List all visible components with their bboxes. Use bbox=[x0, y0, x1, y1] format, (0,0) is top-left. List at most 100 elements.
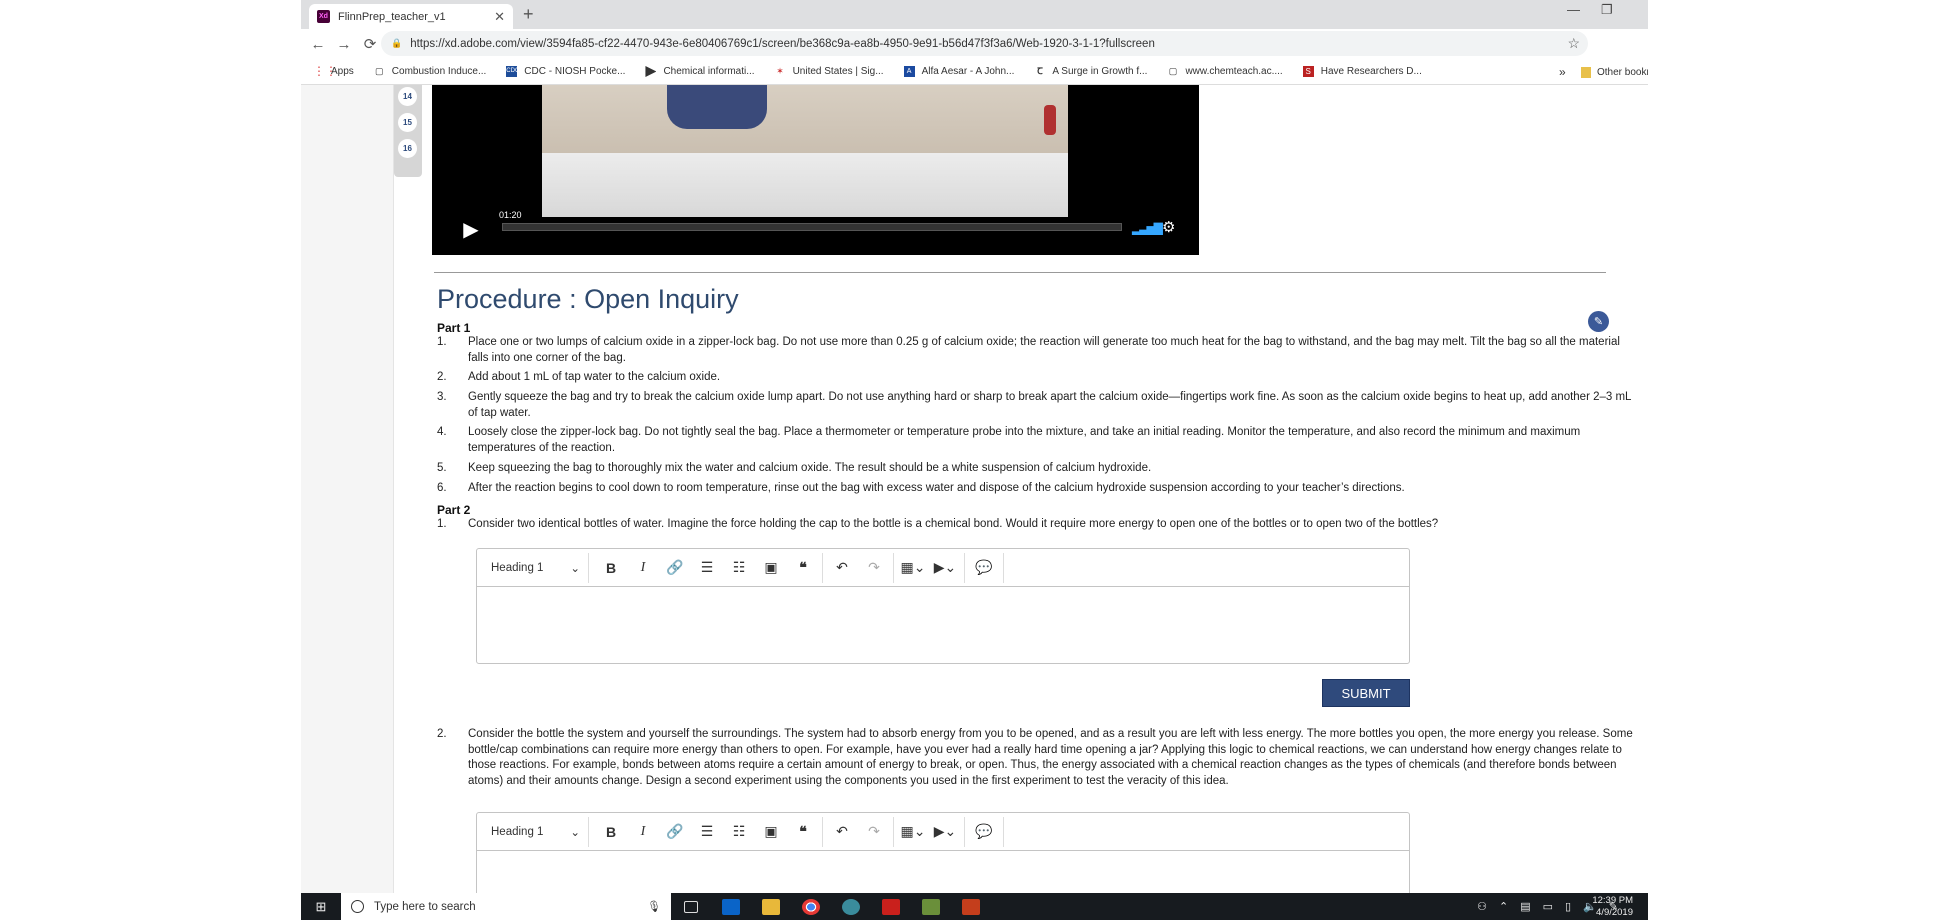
link-icon[interactable]: 🔗 bbox=[659, 553, 691, 583]
network-icon[interactable]: ▤ bbox=[1520, 900, 1530, 913]
bookmark-item[interactable]: ꞆA Surge in Growth f... bbox=[1034, 66, 1147, 77]
bold-icon[interactable]: B bbox=[595, 553, 627, 583]
editor-text-area[interactable] bbox=[477, 587, 1409, 663]
video-player[interactable]: ▶ 01:20 ▂▃▅▇ ⚙ bbox=[432, 85, 1199, 255]
chemical-info-icon bbox=[645, 66, 657, 77]
close-tab-icon[interactable]: ✕ bbox=[494, 9, 505, 25]
bookmark-apps[interactable]: ⋮⋮ Apps bbox=[313, 64, 354, 78]
people-icon[interactable]: ⚇ bbox=[1477, 900, 1487, 913]
chevron-up-icon[interactable]: ⌃ bbox=[1499, 900, 1508, 913]
bookmark-star-icon[interactable]: ☆ bbox=[1567, 35, 1580, 52]
page-title: Procedure : Open Inquiry bbox=[437, 284, 739, 314]
chevron-down-icon: ⌄ bbox=[570, 826, 580, 839]
nyt-icon: Ꞇ bbox=[1037, 66, 1043, 76]
url-text: https://xd.adobe.com/view/3594fa85-cf22-… bbox=[410, 37, 1155, 50]
browser-tab[interactable]: Xd FlinnPrep_teacher_v1 ✕ bbox=[309, 4, 513, 29]
alfa-aesar-icon: A bbox=[903, 66, 915, 77]
microphone-icon[interactable]: 🎙 bbox=[647, 900, 661, 913]
media-embed-icon[interactable]: ▶⌄ bbox=[929, 553, 961, 583]
comment-icon[interactable]: 💬 bbox=[968, 817, 1000, 847]
bookmark-item[interactable]: ▢ Combustion Induce... bbox=[374, 66, 486, 77]
question-nav-item[interactable]: 16 bbox=[398, 139, 417, 158]
toolbar-separator bbox=[964, 816, 965, 847]
media-embed-icon[interactable]: ▶⌄ bbox=[929, 817, 961, 847]
bookmark-item[interactable]: A Alfa Aesar - A John... bbox=[903, 66, 1014, 77]
bookmark-item[interactable]: ✶ United States | Sig... bbox=[775, 66, 883, 77]
image-viewer-icon[interactable] bbox=[911, 893, 951, 920]
powerpoint-icon[interactable] bbox=[951, 893, 991, 920]
undo-icon[interactable]: ↶ bbox=[826, 553, 858, 583]
numbered-list-icon[interactable]: ☷ bbox=[723, 553, 755, 583]
address-bar[interactable]: 🔒 https://xd.adobe.com/view/3594fa85-cf2… bbox=[381, 31, 1588, 56]
bold-icon[interactable]: B bbox=[595, 817, 627, 847]
heading-select[interactable]: Heading 1 ⌄ bbox=[481, 816, 589, 847]
rich-text-editor: Heading 1 ⌄ B I 🔗 ☰ ☷ ▣ ❝ ↶ ↷ ▦⌄ ▶⌄ 💬 bbox=[476, 548, 1410, 664]
cdc-icon: CDC bbox=[506, 66, 519, 77]
clock-time: 12:39 PM bbox=[1592, 895, 1633, 906]
italic-icon[interactable]: I bbox=[627, 817, 659, 847]
windows-start-icon[interactable]: ⊞ bbox=[301, 893, 341, 920]
comment-icon[interactable]: 💬 bbox=[968, 553, 1000, 583]
numbered-list-icon[interactable]: ☷ bbox=[723, 817, 755, 847]
restore-icon[interactable]: ❐ bbox=[1601, 2, 1613, 18]
toolbar-separator bbox=[1003, 816, 1004, 847]
forward-icon[interactable]: → bbox=[331, 36, 357, 53]
blockquote-icon[interactable]: ❝ bbox=[787, 817, 819, 847]
question-nav-item[interactable]: 14 bbox=[398, 87, 417, 106]
toolbar-separator bbox=[822, 816, 823, 847]
globe-icon[interactable] bbox=[831, 893, 871, 920]
cortana-icon bbox=[351, 900, 364, 913]
redo-icon[interactable]: ↷ bbox=[858, 553, 890, 583]
question-nav-item[interactable]: 15 bbox=[398, 113, 417, 132]
taskbar-clock[interactable]: 12:39 PM 4/9/2019 bbox=[1571, 895, 1633, 919]
video-progress-bar[interactable] bbox=[502, 223, 1122, 231]
bulleted-list-icon[interactable]: ☰ bbox=[691, 553, 723, 583]
table-icon[interactable]: ▦⌄ bbox=[897, 817, 929, 847]
bookmark-item[interactable]: ▢ www.chemteach.ac.... bbox=[1167, 66, 1283, 77]
link-icon[interactable]: 🔗 bbox=[659, 817, 691, 847]
new-tab-icon[interactable]: + bbox=[523, 4, 534, 24]
heading-select[interactable]: Heading 1 ⌄ bbox=[481, 552, 589, 583]
more-bookmarks-icon[interactable]: » bbox=[1559, 59, 1566, 85]
undo-icon[interactable]: ↶ bbox=[826, 817, 858, 847]
bookmark-item[interactable]: CDC CDC - NIOSH Pocke... bbox=[506, 66, 625, 77]
apps-grid-icon: ⋮⋮ bbox=[313, 64, 337, 78]
bookmark-item[interactable]: S Have Researchers D... bbox=[1302, 66, 1422, 77]
task-view-icon[interactable] bbox=[671, 893, 711, 920]
bookmark-item[interactable]: Chemical informati... bbox=[645, 66, 755, 77]
table-icon[interactable]: ▦⌄ bbox=[897, 553, 929, 583]
edit-pencil-icon[interactable]: ✎ bbox=[1588, 311, 1609, 332]
chevron-down-icon: ⌄ bbox=[570, 562, 580, 575]
image-icon[interactable]: ▣ bbox=[755, 553, 787, 583]
taskbar-search[interactable]: Type here to search 🎙 bbox=[341, 893, 671, 920]
image-icon[interactable]: ▣ bbox=[755, 817, 787, 847]
bulleted-list-icon[interactable]: ☰ bbox=[691, 817, 723, 847]
back-icon[interactable]: ← bbox=[305, 36, 331, 53]
gear-icon[interactable]: ⚙ bbox=[1162, 218, 1175, 236]
file-explorer-icon[interactable] bbox=[751, 893, 791, 920]
acrobat-icon[interactable] bbox=[871, 893, 911, 920]
sigma-icon: ✶ bbox=[776, 66, 784, 76]
minimize-icon[interactable]: — bbox=[1567, 2, 1580, 17]
volume-icon[interactable]: ▂▃▅▇ bbox=[1132, 221, 1163, 235]
fire-extinguisher bbox=[1044, 105, 1056, 135]
play-icon[interactable]: ▶ bbox=[442, 211, 500, 247]
submit-button[interactable]: SUBMIT bbox=[1322, 679, 1410, 707]
question-nav: 14 15 16 bbox=[394, 85, 422, 177]
other-bookmarks[interactable]: Other bookm bbox=[1581, 59, 1648, 85]
blockquote-icon[interactable]: ❝ bbox=[787, 553, 819, 583]
battery-icon[interactable]: ▭ bbox=[1543, 900, 1553, 913]
outlook-icon[interactable] bbox=[711, 893, 751, 920]
redo-icon[interactable]: ↷ bbox=[858, 817, 890, 847]
italic-icon[interactable]: I bbox=[627, 553, 659, 583]
toolbar-separator bbox=[893, 552, 894, 583]
bookmarks-bar: ⋮⋮ Apps ▢ Combustion Induce... CDC CDC - NI… bbox=[301, 59, 1648, 85]
clock-date: 4/9/2019 bbox=[1596, 907, 1633, 918]
chrome-icon[interactable] bbox=[791, 893, 831, 920]
science-icon: S bbox=[1302, 66, 1314, 77]
page-icon: ▢ bbox=[1168, 66, 1178, 76]
editor-text-area[interactable] bbox=[477, 851, 1409, 893]
reload-icon[interactable]: ⟳ bbox=[357, 35, 383, 53]
page-content: 14 15 16 ▶ 01:20 ▂▃▅▇ ⚙ Procedure : Open… bbox=[301, 85, 1648, 893]
rich-text-editor: Heading 1 ⌄ B I 🔗 ☰ ☷ ▣ ❝ ↶ ↷ ▦⌄ ▶⌄ 💬 bbox=[476, 812, 1410, 893]
